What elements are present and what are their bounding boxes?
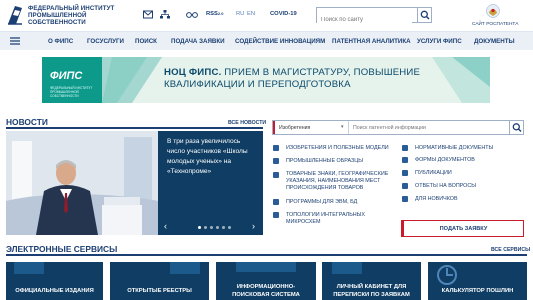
chip-icon <box>273 212 279 218</box>
service-pattern <box>170 262 200 274</box>
beginner-icon <box>402 196 408 202</box>
fips-logo-icon[interactable] <box>6 4 24 26</box>
service-tile-official[interactable]: ОФИЦИАЛЬНЫЕ ИЗДАНИЯ <box>6 262 103 300</box>
nav-item-services[interactable]: УСЛУГИ ФИПС <box>417 38 462 45</box>
patent-search-button[interactable] <box>509 121 523 134</box>
patent-search-type-select[interactable]: Изобретения <box>273 121 349 134</box>
question-icon <box>402 183 408 189</box>
slider-dot[interactable] <box>216 226 219 229</box>
apply-button[interactable]: ПОДАТЬ ЗАЯВКУ <box>401 220 524 237</box>
lang-ru[interactable]: RU <box>236 11 244 17</box>
chevron-down-icon: ▾ <box>341 124 344 130</box>
slider-dot[interactable] <box>210 226 213 229</box>
nav-item-innovation[interactable]: СОДЕЙСТВИЕ ИННОВАЦИЯМ <box>235 38 325 45</box>
trademark-icon <box>273 172 279 178</box>
service-label: ОФИЦИАЛЬНЫЕ ИЗДАНИЯ <box>15 288 94 294</box>
service-pattern <box>332 262 362 274</box>
banner-logo-sub: ФЕДЕРАЛЬНЫЙ ИНСТИТУТ ПРОМЫШЛЕННОЙ СОБСТВ… <box>50 86 93 98</box>
slider-prev-button[interactable]: ‹ <box>164 221 167 231</box>
nav-item-apply[interactable]: ПОДАЧА ЗАЯВКИ <box>171 38 225 45</box>
rospatent-link[interactable]: САЙТ РОСПАТЕНТА <box>472 22 518 27</box>
news-photo[interactable] <box>6 131 158 235</box>
link-publications[interactable]: ПУБЛИКАЦИИ <box>415 170 452 177</box>
nav-item-analytics[interactable]: ПАТЕНТНАЯ АНАЛИТИКА <box>332 38 411 45</box>
software-icon <box>273 199 279 205</box>
calculator-icon <box>437 265 457 285</box>
document-icon <box>402 145 408 151</box>
nav-item-search[interactable]: ПОИСК <box>135 38 157 45</box>
rss-link[interactable]: RSS2.0 <box>206 11 223 17</box>
news-all-link[interactable]: ВСЕ НОВОСТИ <box>228 120 266 126</box>
services-divider <box>6 254 527 256</box>
service-tile-registers[interactable]: ОТКРЫТЫЕ РЕЕСТРЫ <box>110 262 209 300</box>
publication-icon <box>402 170 408 176</box>
top-bar: ФЕДЕРАЛЬНЫЙ ИНСТИТУТ ПРОМЫШЛЕННОЙ СОБСТВ… <box>0 0 533 30</box>
site-search-input[interactable] <box>317 13 412 27</box>
link-trademarks[interactable]: ТОВАРНЫЕ ЗНАКИ, ГЕОГРАФИЧЕСКИЕ УКАЗАНИЯ,… <box>286 171 394 192</box>
service-pattern <box>14 262 44 274</box>
slider-dot[interactable] <box>198 226 201 229</box>
news-divider <box>6 127 263 129</box>
link-topologies[interactable]: ТОПОЛОГИИ ИНТЕГРАЛЬНЫХ МИКРОСХЕМ <box>286 212 376 226</box>
link-industrial-designs[interactable]: ПРОМЫШЛЕННЫЕ ОБРАЗЦЫ <box>286 158 396 165</box>
link-inventions[interactable]: ИЗОБРЕТЕНИЯ И ПОЛЕЗНЫЕ МОДЕЛИ <box>286 145 396 152</box>
service-label: ОТКРЫТЫЕ РЕЕСТРЫ <box>127 288 192 294</box>
form-icon <box>402 157 408 163</box>
sitemap-icon[interactable] <box>160 10 170 19</box>
search-icon <box>512 123 522 132</box>
banner-logo-text: ФИПС <box>50 70 83 82</box>
patent-icon <box>273 145 279 151</box>
link-forms[interactable]: ФОРМЫ ДОКУМЕНТОВ <box>415 157 475 164</box>
service-tile-cabinet[interactable]: ЛИЧНЫЙ КАБИНЕТ ДЛЯ ПЕРЕПИСКИ ПО ЗАЯВКАМ <box>322 262 421 300</box>
site-search-button[interactable] <box>417 8 431 22</box>
org-name[interactable]: ФЕДЕРАЛЬНЫЙ ИНСТИТУТ ПРОМЫШЛЕННОЙ СОБСТВ… <box>28 5 114 26</box>
slider-dot[interactable] <box>228 226 231 229</box>
site-search <box>316 7 432 27</box>
slider-next-button[interactable]: › <box>252 221 255 231</box>
menu-burger-icon[interactable] <box>10 37 20 45</box>
service-pattern <box>236 262 296 272</box>
patent-search-input[interactable]: Поиск патентной информации <box>353 125 426 131</box>
link-software[interactable]: ПРОГРАММЫ ДЛЯ ЭВМ, БД <box>286 199 396 206</box>
search-icon <box>420 10 430 20</box>
news-photo-image <box>6 131 158 235</box>
link-beginners[interactable]: ДЛЯ НОВИЧКОВ <box>415 196 458 203</box>
news-card[interactable]: В три раза увеличилось число участников … <box>158 131 263 235</box>
nav-item-about[interactable]: О ФИПС <box>48 38 73 45</box>
news-title: НОВОСТИ <box>6 117 48 127</box>
services-title: ЭЛЕКТРОННЫЕ СЕРВИСЫ <box>6 244 118 254</box>
link-regulations[interactable]: НОРМАТИВНЫЕ ДОКУМЕНТЫ <box>415 145 493 152</box>
main-nav: О ФИПС ГОСУСЛУГИ ПОИСК ПОДАЧА ЗАЯВКИ СОД… <box>0 31 533 50</box>
promo-banner[interactable]: ФИПС ФЕДЕРАЛЬНЫЙ ИНСТИТУТ ПРОМЫШЛЕННОЙ С… <box>42 57 490 103</box>
service-label: КАЛЬКУЛЯТОР ПОШЛИН <box>441 288 514 294</box>
service-tile-calculator[interactable]: КАЛЬКУЛЯТОР ПОШЛИН <box>428 262 527 300</box>
visually-impaired-glasses-icon[interactable] <box>186 10 198 19</box>
patent-search: Изобретения ▾ Поиск патентной информации <box>272 120 524 135</box>
design-icon <box>273 158 279 164</box>
services-all-link[interactable]: ВСЕ СЕРВИСЫ <box>491 247 530 253</box>
service-label: ИНФОРМАЦИОННО- ПОИСКОВАЯ СИСТЕМА <box>232 284 300 298</box>
banner-headline: НОЦ ФИПС. ПРИЕМ В МАГИСТРАТУРУ, ПОВЫШЕНИ… <box>164 67 421 90</box>
link-faq[interactable]: ОТВЕТЫ НА ВОПРОСЫ <box>415 183 476 190</box>
news-headline[interactable]: В три раза увеличилось число участников … <box>167 137 257 177</box>
rospatent-emblem-icon[interactable] <box>486 4 500 20</box>
slider-dot[interactable] <box>204 226 207 229</box>
covid-link[interactable]: COVID-19 <box>270 11 297 17</box>
slider-dot[interactable] <box>222 226 225 229</box>
service-label: ЛИЧНЫЙ КАБИНЕТ ДЛЯ ПЕРЕПИСКИ ПО ЗАЯВКАМ <box>333 284 410 298</box>
nav-item-gosuslugi[interactable]: ГОСУСЛУГИ <box>87 38 124 45</box>
service-tile-search-system[interactable]: ИНФОРМАЦИОННО- ПОИСКОВАЯ СИСТЕМА <box>216 262 316 300</box>
nav-item-documents[interactable]: ДОКУМЕНТЫ <box>474 38 515 45</box>
lang-en[interactable]: EN <box>247 11 255 17</box>
mail-icon[interactable] <box>143 10 153 19</box>
